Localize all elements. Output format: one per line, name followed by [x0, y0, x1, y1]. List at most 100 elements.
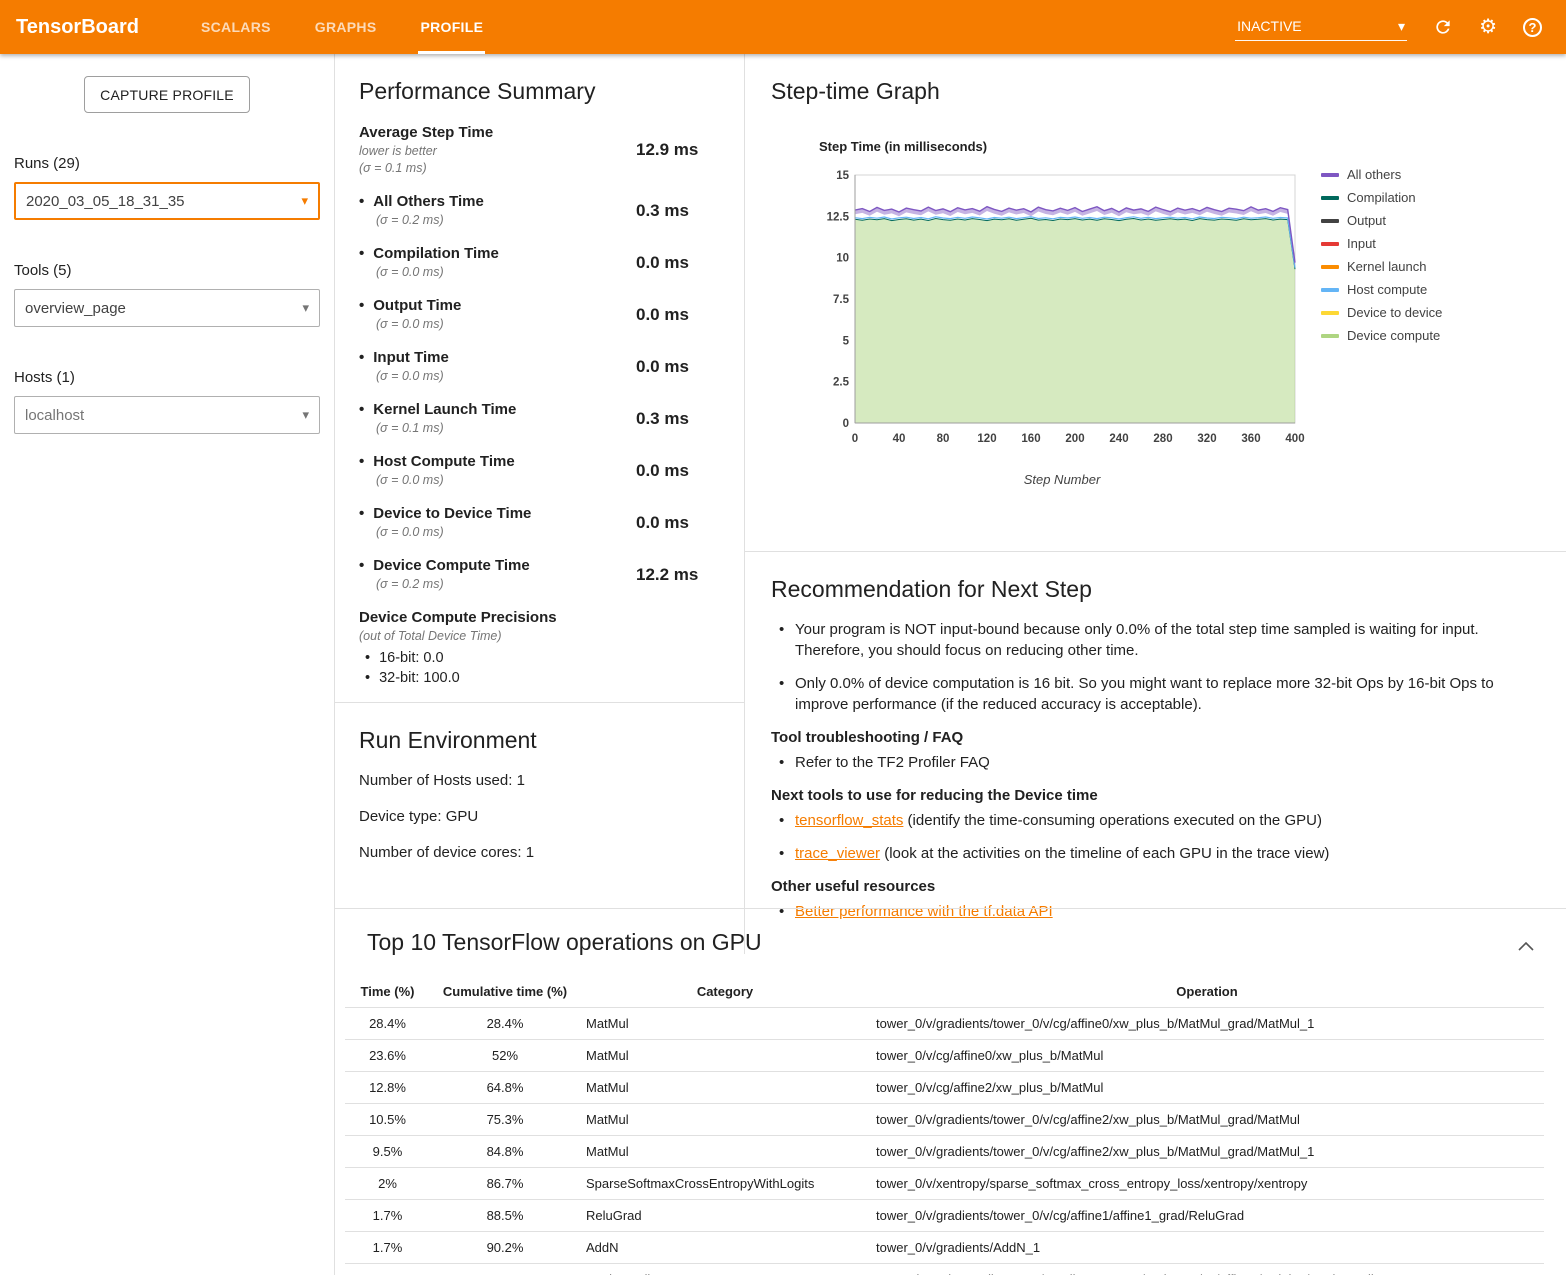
metric-label: Average Step Time	[359, 123, 636, 143]
next-tools-heading: Next tools to use for reducing the Devic…	[771, 787, 1536, 804]
legend-item: Input	[1321, 236, 1442, 251]
metric-sigma: (σ = 0.0 ms)	[376, 264, 636, 281]
capture-profile-button[interactable]: CAPTURE PROFILE	[84, 76, 250, 113]
metric-value: 12.2 ms	[636, 565, 720, 585]
legend-label: Input	[1347, 236, 1376, 251]
svg-text:240: 240	[1109, 433, 1128, 445]
cell-category: AddN	[580, 1232, 870, 1264]
precision-item: 16-bit: 0.0	[365, 648, 720, 668]
legend-swatch-all-others	[1321, 173, 1339, 177]
sidebar: CAPTURE PROFILE Runs (29) 2020_03_05_18_…	[0, 54, 334, 1275]
run-env-line: Number of Hosts used: 1	[359, 772, 720, 789]
cell-category: ApplyGradientDescent	[580, 1264, 870, 1275]
legend-item: Host compute	[1321, 282, 1442, 297]
app-title: TensorBoard	[16, 16, 139, 39]
table-row: 12.8% 64.8% MatMul tower_0/v/cg/affine2/…	[345, 1072, 1544, 1104]
gear-icon[interactable]: ⚙	[1479, 17, 1497, 37]
runs-value: 2020_03_05_18_31_35	[26, 193, 185, 210]
metric-label: Device Compute Time	[359, 556, 636, 576]
legend-label: Device to device	[1347, 305, 1442, 320]
legend-item: Device compute	[1321, 328, 1442, 343]
recommendation-bullet: Your program is NOT input-bound because …	[775, 619, 1536, 661]
step-time-graph-section: Step-time Graph Step Time (in millisecon…	[745, 54, 1566, 551]
metric-value: 0.0 ms	[636, 253, 720, 273]
svg-text:15: 15	[836, 170, 849, 182]
tensorflow-stats-link[interactable]: tensorflow_stats	[795, 812, 903, 829]
device-compute-precisions: Device Compute Precisions (out of Total …	[359, 608, 720, 688]
chevron-down-icon: ▾	[301, 193, 308, 209]
precisions-label: Device Compute Precisions	[359, 608, 720, 628]
metric-value: 0.0 ms	[636, 305, 720, 325]
table-row: 28.4% 28.4% MatMul tower_0/v/gradients/t…	[345, 1008, 1544, 1040]
metric-value: 0.0 ms	[636, 357, 720, 377]
metric-row: Host Compute Time (σ = 0.0 ms) 0.0 ms	[359, 452, 720, 489]
cell-operation: tower_0/v/gradients/tower_0/v/cg/affine2…	[870, 1104, 1544, 1136]
table-row: 10.5% 75.3% MatMul tower_0/v/gradients/t…	[345, 1104, 1544, 1136]
recommendation-bullet: Only 0.0% of device computation is 16 bi…	[775, 673, 1536, 715]
help-icon[interactable]: ?	[1523, 18, 1542, 37]
top-ops-title: Top 10 TensorFlow operations on GPU	[367, 929, 1550, 956]
metric-value: 0.0 ms	[636, 513, 720, 533]
legend-swatch-input	[1321, 242, 1339, 246]
chevron-down-icon: ▾	[1398, 18, 1405, 35]
tool-description: (look at the activities on the timeline …	[880, 845, 1329, 862]
tab-graphs[interactable]: GRAPHS	[293, 0, 399, 54]
col-header-time: Time (%)	[345, 976, 430, 1008]
metric-value: 12.9 ms	[636, 140, 720, 160]
top-ops-table: Time (%) Cumulative time (%) Category Op…	[345, 976, 1544, 1275]
trace-viewer-link[interactable]: trace_viewer	[795, 845, 880, 862]
cell-cumulative: 28.4%	[430, 1008, 580, 1040]
chart-title: Step Time (in milliseconds)	[819, 139, 1305, 154]
cell-operation: tower_0/v/gradients/tower_0/v/cg/affine0…	[870, 1008, 1544, 1040]
cell-category: MatMul	[580, 1136, 870, 1168]
tool-description: (identify the time-consuming operations …	[903, 812, 1322, 829]
graph-column: Step-time Graph Step Time (in millisecon…	[745, 54, 1566, 954]
tools-dropdown[interactable]: overview_page ▾	[14, 289, 320, 327]
legend-label: Compilation	[1347, 190, 1416, 205]
tools-value: overview_page	[25, 300, 126, 317]
legend-label: Kernel launch	[1347, 259, 1427, 274]
legend-swatch-output	[1321, 219, 1339, 223]
run-env-line: Number of device cores: 1	[359, 844, 720, 861]
svg-text:160: 160	[1021, 433, 1040, 445]
refresh-icon[interactable]	[1433, 17, 1453, 37]
metric-label: All Others Time	[359, 192, 636, 212]
table-row: 1.7% 88.5% ReluGrad tower_0/v/gradients/…	[345, 1200, 1544, 1232]
cell-cumulative: 75.3%	[430, 1104, 580, 1136]
legend-item: Device to device	[1321, 305, 1442, 320]
top-ops-section: Top 10 TensorFlow operations on GPU Time…	[335, 908, 1566, 1275]
runs-dropdown[interactable]: 2020_03_05_18_31_35 ▾	[14, 182, 320, 220]
collapse-section-button[interactable]	[1514, 935, 1538, 958]
svg-text:5: 5	[843, 335, 850, 347]
run-environment-section: Run Environment Number of Hosts used: 1 …	[335, 702, 744, 904]
cell-operation: tower_0/v/gradients/tower_0/v/cg/affine1…	[870, 1200, 1544, 1232]
svg-text:0: 0	[843, 418, 849, 430]
legend-swatch-compilation	[1321, 196, 1339, 200]
cell-time: 1.7%	[345, 1264, 430, 1275]
svg-text:2.5: 2.5	[833, 377, 850, 389]
metric-note: lower is better	[359, 143, 636, 160]
legend-item: Output	[1321, 213, 1442, 228]
cell-time: 23.6%	[345, 1040, 430, 1072]
performance-summary-title: Performance Summary	[359, 78, 720, 105]
run-environment-title: Run Environment	[359, 727, 720, 754]
legend-label: Device compute	[1347, 328, 1440, 343]
metric-value: 0.0 ms	[636, 461, 720, 481]
nav-tabs: SCALARS GRAPHS PROFILE	[179, 0, 505, 54]
tab-profile[interactable]: PROFILE	[398, 0, 505, 54]
hosts-dropdown[interactable]: localhost ▾	[14, 396, 320, 434]
status-dropdown[interactable]: INACTIVE ▾	[1235, 14, 1407, 41]
recommendation-section: Recommendation for Next Step Your progra…	[745, 551, 1566, 954]
table-row: 1.7% 91.9% ApplyGradientDescent append_a…	[345, 1264, 1544, 1275]
cell-category: MatMul	[580, 1040, 870, 1072]
svg-text:40: 40	[893, 433, 906, 445]
status-value: INACTIVE	[1237, 18, 1302, 34]
legend-swatch-device-to-device	[1321, 311, 1339, 315]
metric-sigma: (σ = 0.1 ms)	[359, 160, 636, 177]
cell-category: MatMul	[580, 1072, 870, 1104]
step-time-chart: Step Time (in milliseconds) 02.557.51012…	[819, 139, 1305, 487]
faq-heading: Tool troubleshooting / FAQ	[771, 729, 1536, 746]
tab-scalars[interactable]: SCALARS	[179, 0, 293, 54]
cell-time: 12.8%	[345, 1072, 430, 1104]
cell-category: SparseSoftmaxCrossEntropyWithLogits	[580, 1168, 870, 1200]
